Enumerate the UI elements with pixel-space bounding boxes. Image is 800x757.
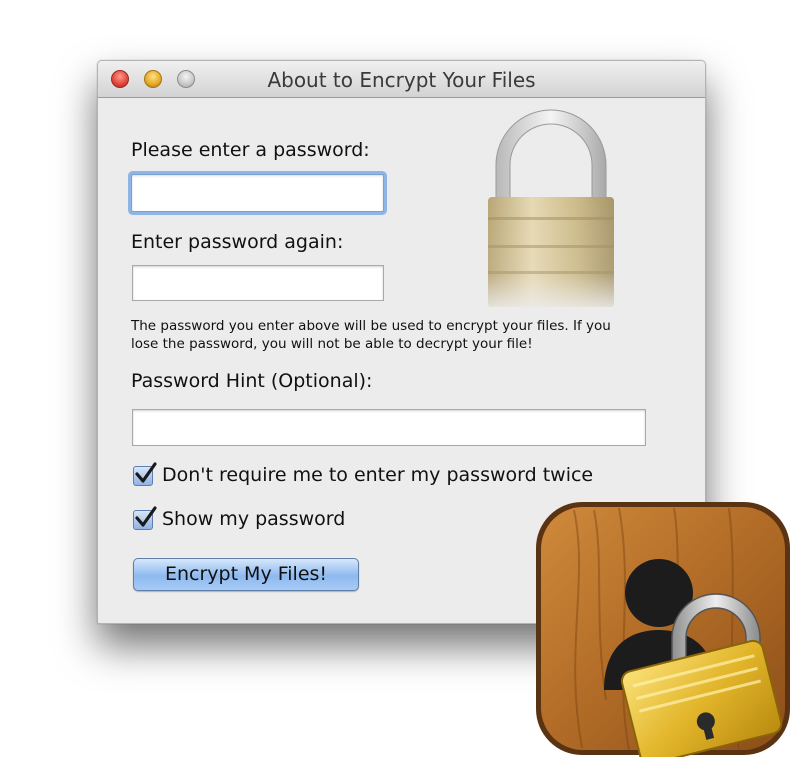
password-warning-text: The password you enter above will be use… (131, 317, 676, 353)
checkmark-icon (135, 506, 157, 527)
password-label: Please enter a password: (131, 139, 370, 161)
no-confirm-label: Don't require me to enter my password tw… (162, 464, 594, 486)
window-title: About to Encrypt Your Files (267, 68, 536, 92)
checkmark-icon (135, 462, 157, 483)
encrypt-button[interactable]: Encrypt My Files! (133, 558, 359, 591)
checkbox-row-show-password[interactable]: Show my password (133, 506, 393, 534)
app-icon (536, 502, 790, 757)
confirm-password-label: Enter password again: (131, 231, 344, 253)
confirm-password-field[interactable] (132, 265, 384, 301)
checkbox-row-no-confirm[interactable]: Don't require me to enter my password tw… (133, 462, 653, 490)
hint-label: Password Hint (Optional): (131, 370, 373, 392)
padlock-icon (488, 109, 614, 307)
show-password-label: Show my password (162, 508, 346, 530)
no-confirm-checkbox[interactable] (133, 462, 157, 486)
title-bar[interactable]: About to Encrypt Your Files (98, 61, 705, 98)
password-field[interactable] (131, 174, 384, 212)
warning-line-1: The password you enter above will be use… (131, 318, 611, 334)
warning-line-2: lose the password, you will not be able … (131, 336, 533, 352)
show-password-checkbox[interactable] (133, 506, 157, 530)
hint-field[interactable] (132, 409, 646, 446)
